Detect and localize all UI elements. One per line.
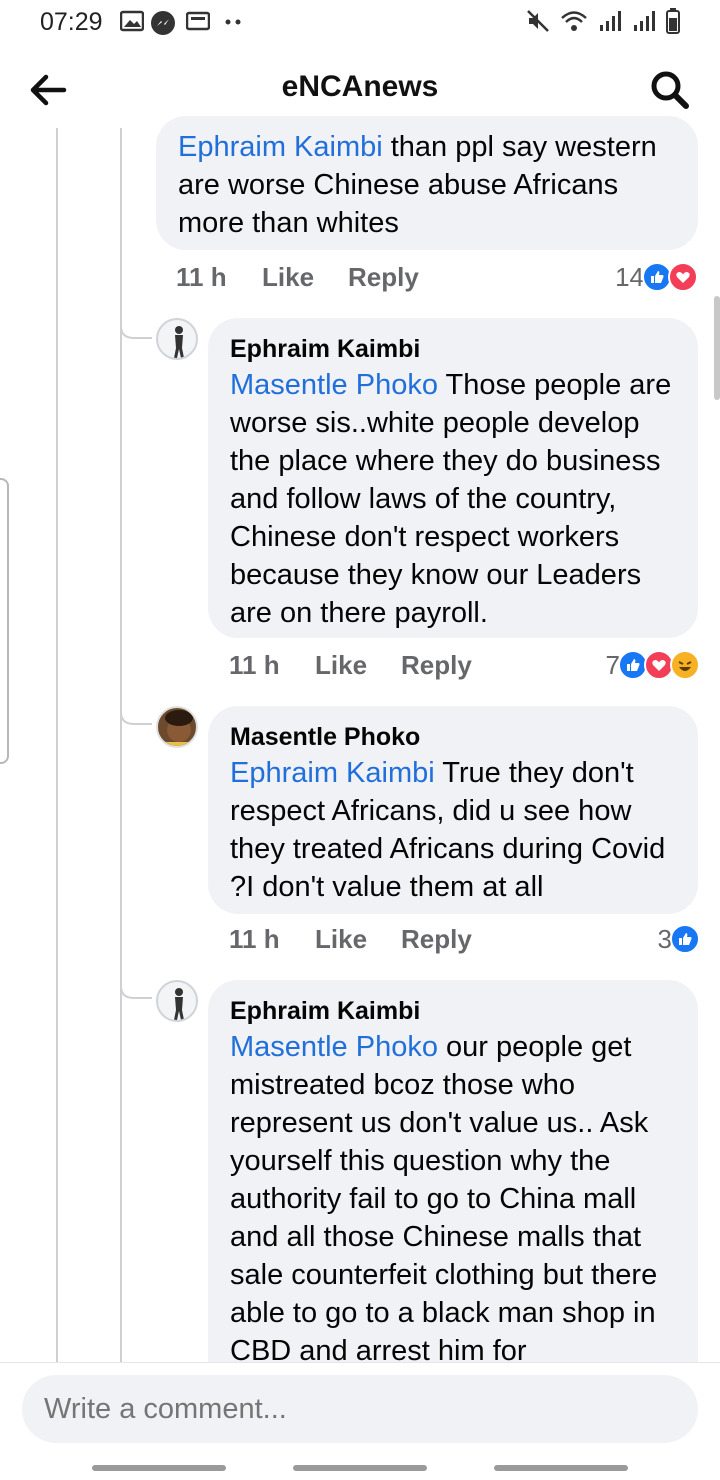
status-time: 07:29 — [40, 8, 103, 36]
more-notifications-icon — [224, 14, 244, 32]
thread-line-replies — [120, 128, 122, 328]
like-button[interactable]: Like — [315, 650, 367, 681]
nav-back-indicator[interactable] — [494, 1465, 628, 1471]
avatar[interactable] — [156, 980, 198, 1022]
comment-actions: 11 h Like Reply — [176, 262, 476, 302]
nav-home-indicator[interactable] — [293, 1465, 427, 1471]
search-button[interactable] — [648, 68, 692, 112]
thread-line-main — [56, 128, 58, 1362]
comment-text: Ephraim Kaimbi than ppl say western are … — [178, 131, 657, 239]
system-icons — [526, 8, 680, 34]
mention-link[interactable]: Ephraim Kaimbi — [178, 131, 383, 163]
haha-icon — [670, 650, 700, 680]
comment-actions: 11 h Like Reply — [229, 650, 529, 690]
thread-branch-3 — [120, 978, 152, 999]
page-title: eNCAnews — [281, 70, 439, 103]
battery-icon — [666, 8, 680, 34]
comment-bubble: Masentle Phoko Ephraim Kaimbi True they … — [208, 706, 698, 914]
messenger-icon — [150, 10, 176, 41]
comment-author[interactable]: Ephraim Kaimbi — [230, 994, 676, 1028]
edge-panel-handle[interactable] — [0, 478, 9, 764]
signal-icon — [600, 11, 621, 31]
avatar[interactable] — [156, 706, 198, 748]
like-icon — [670, 924, 700, 954]
gallery-icon — [119, 10, 145, 37]
search-icon — [651, 71, 689, 109]
status-bar: 07:29 — [0, 0, 720, 44]
comment-composer — [0, 1362, 720, 1480]
comment-time[interactable]: 11 h — [229, 924, 280, 955]
comment-input[interactable] — [22, 1375, 698, 1443]
reaction-summary[interactable]: 3 — [658, 922, 700, 956]
comment-time[interactable]: 11 h — [229, 650, 280, 681]
mention-link[interactable]: Ephraim Kaimbi — [230, 757, 435, 789]
comment-time[interactable]: 11 h — [176, 262, 227, 293]
nav-recent-indicator[interactable] — [92, 1465, 226, 1471]
thread-branch-1 — [120, 318, 152, 339]
comment-bubble: Ephraim Kaimbi Masentle Phoko our people… — [208, 980, 698, 1400]
avatar[interactable] — [156, 318, 198, 360]
comment-bubble: Ephraim Kaimbi Masentle Phoko Those peop… — [208, 318, 698, 638]
mention-link[interactable]: Masentle Phoko — [230, 369, 438, 401]
comment-text: Ephraim Kaimbi True they don't respect A… — [230, 757, 666, 903]
like-button[interactable]: Like — [315, 924, 367, 955]
signal-icon-2 — [634, 11, 655, 31]
comment-author[interactable]: Masentle Phoko — [230, 720, 676, 754]
scrollbar[interactable] — [714, 296, 720, 400]
reply-button[interactable]: Reply — [401, 924, 472, 955]
thread-line-replies-2 — [120, 328, 122, 1362]
wifi-icon — [561, 11, 587, 31]
reaction-summary[interactable]: 7 — [606, 648, 700, 682]
thread-branch-2 — [120, 704, 152, 725]
screencast-icon — [185, 10, 211, 37]
reply-button[interactable]: Reply — [348, 262, 419, 293]
reply-button[interactable]: Reply — [401, 650, 472, 681]
comment-actions: 11 h Like Reply — [229, 924, 529, 964]
like-button[interactable]: Like — [262, 262, 314, 293]
reaction-summary[interactable]: 14 — [615, 260, 698, 294]
mention-link[interactable]: Masentle Phoko — [230, 1031, 438, 1063]
reaction-count: 14 — [615, 261, 644, 292]
comment-text: Masentle Phoko Those people are worse si… — [230, 369, 672, 629]
comment-author[interactable]: Ephraim Kaimbi — [230, 332, 676, 366]
comment-bubble: Ephraim Kaimbi than ppl say western are … — [156, 116, 698, 250]
love-icon — [668, 262, 698, 292]
mute-icon — [527, 10, 549, 32]
comment-text: Masentle Phoko our people get mistreated… — [230, 1031, 658, 1367]
